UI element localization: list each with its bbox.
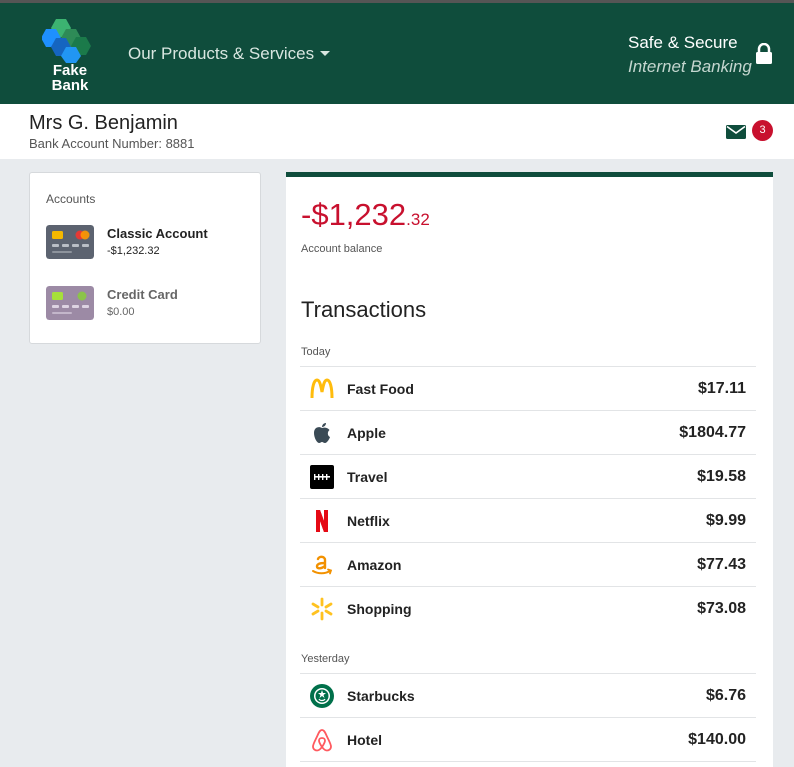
lock-icon bbox=[756, 43, 772, 64]
transaction-amount: $19.58 bbox=[697, 468, 746, 485]
walmart-icon bbox=[311, 597, 333, 621]
user-bar: Mrs G. Benjamin Bank Account Number: 888… bbox=[0, 104, 794, 159]
account-balance: -$1,232.32 bbox=[107, 245, 160, 257]
transaction-row[interactable]: Netflix $9.99 bbox=[300, 498, 756, 542]
transaction-amount: $9.99 bbox=[705, 512, 746, 529]
transaction-row[interactable]: Apple $1804.77 bbox=[300, 410, 756, 454]
list-divider bbox=[300, 761, 756, 767]
envelope-icon[interactable] bbox=[726, 125, 746, 139]
day-label-today: Today bbox=[301, 346, 331, 358]
amazon-icon bbox=[312, 555, 333, 575]
transaction-amount: $73.08 bbox=[697, 600, 746, 617]
bank-logo[interactable]: Fake Bank bbox=[42, 17, 98, 97]
account-item-credit-card[interactable]: Credit Card $0.00 bbox=[46, 286, 256, 326]
transaction-name: Travel bbox=[347, 469, 388, 485]
day-label-yesterday: Yesterday bbox=[301, 653, 350, 665]
credit-card-icon bbox=[46, 286, 94, 320]
debit-card-icon bbox=[46, 225, 94, 259]
airbnb-icon bbox=[312, 729, 332, 752]
transactions-title: Transactions bbox=[301, 297, 427, 322]
transaction-name: Hotel bbox=[347, 732, 382, 748]
transaction-name: Netflix bbox=[347, 513, 390, 529]
message-count-badge[interactable]: 3 bbox=[752, 120, 773, 141]
logo-text: Fake Bank bbox=[42, 63, 98, 93]
transaction-amount: $17.11 bbox=[697, 380, 746, 397]
account-balance: $0.00 bbox=[107, 306, 135, 318]
products-menu-label: Our Products & Services bbox=[128, 44, 315, 63]
logo-line-1: Fake bbox=[52, 62, 88, 79]
user-name: Mrs G. Benjamin bbox=[29, 112, 178, 134]
balance-label: Account balance bbox=[301, 243, 383, 255]
account-number: Bank Account Number: 8881 bbox=[29, 136, 195, 151]
secure-line-1: Safe & Secure bbox=[628, 33, 738, 52]
products-menu[interactable]: Our Products & Services bbox=[128, 44, 331, 64]
transaction-name: Fast Food bbox=[347, 381, 414, 397]
account-item-classic[interactable]: Classic Account -$1,232.32 bbox=[46, 225, 256, 265]
site-header: Fake Bank Our Products & Services Safe &… bbox=[0, 3, 794, 104]
transaction-row[interactable]: Fast Food $17.11 bbox=[300, 366, 756, 410]
starbucks-icon bbox=[310, 684, 334, 708]
account-name: Classic Account bbox=[107, 226, 208, 241]
balance-main: -$1,232 bbox=[301, 197, 407, 232]
logo-hexagons-icon bbox=[42, 19, 91, 63]
transaction-name: Starbucks bbox=[347, 688, 415, 704]
balance-cents: .32 bbox=[406, 210, 430, 229]
transaction-amount: $1804.77 bbox=[679, 424, 746, 441]
transaction-row[interactable]: Amazon $77.43 bbox=[300, 542, 756, 586]
transaction-name: Apple bbox=[347, 425, 386, 441]
account-name: Credit Card bbox=[107, 287, 178, 302]
transaction-row[interactable]: Shopping $73.08 bbox=[300, 586, 756, 630]
apple-icon bbox=[314, 423, 330, 443]
transaction-amount: $77.43 bbox=[697, 556, 746, 573]
caret-down-icon bbox=[320, 50, 331, 56]
transaction-row[interactable]: Hotel $140.00 bbox=[300, 717, 756, 761]
logo-line-2: Bank bbox=[51, 77, 89, 94]
mcdonalds-icon bbox=[310, 378, 334, 399]
transaction-name: Amazon bbox=[347, 557, 402, 573]
transaction-amount: $6.76 bbox=[705, 687, 746, 704]
transaction-name: Shopping bbox=[347, 601, 412, 617]
uber-icon bbox=[310, 465, 334, 489]
account-balance-amount: -$1,232.32 bbox=[301, 197, 430, 233]
transaction-row[interactable]: Starbucks $6.76 bbox=[300, 673, 756, 717]
transaction-row[interactable]: Travel $19.58 bbox=[300, 454, 756, 498]
secure-line-2: Internet Banking bbox=[628, 57, 752, 76]
netflix-icon bbox=[316, 510, 328, 532]
accounts-panel: Accounts Classic Account -$1,232.32 Cred… bbox=[29, 172, 261, 344]
account-detail-panel: -$1,232.32 Account balance Transactions … bbox=[286, 172, 773, 767]
transaction-amount: $140.00 bbox=[688, 731, 746, 748]
accounts-title: Accounts bbox=[46, 192, 96, 206]
